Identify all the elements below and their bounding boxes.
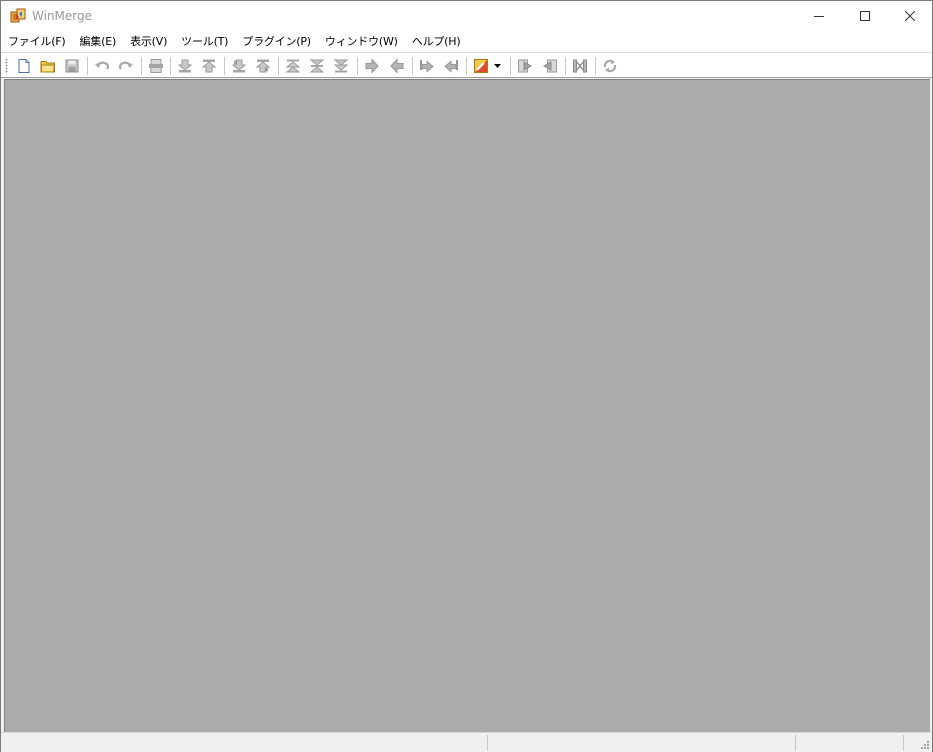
undo-icon [95, 61, 110, 70]
copy-right-advance-icon [420, 60, 434, 73]
toolbar-separator [510, 57, 511, 75]
current-diff-button[interactable] [307, 56, 327, 76]
copy-all-left-icon [542, 59, 557, 73]
refresh-button[interactable] [600, 56, 620, 76]
toolbar-separator [141, 57, 142, 75]
winmerge-logo-icon [10, 8, 26, 23]
menu-help[interactable]: ヘルプ(H) [405, 31, 468, 52]
status-pane [795, 735, 903, 751]
current-diff-icon [309, 59, 325, 73]
copy-left-button[interactable] [387, 56, 407, 76]
redo-icon [118, 61, 133, 70]
window-title: WinMerge [32, 9, 92, 23]
options-button[interactable] [471, 56, 491, 76]
status-pane [487, 735, 795, 751]
merge-mode-icon [573, 59, 587, 73]
menu-window[interactable]: ウィンドウ(W) [318, 31, 405, 52]
copy-left-advance-button[interactable] [441, 56, 461, 76]
menu-bar: ファイル(F) 編集(E) 表示(V) ツール(T) プラグイン(P) ウィンド… [1, 31, 932, 52]
next-conflict-icon [231, 59, 247, 73]
previous-difference-button[interactable] [199, 56, 219, 76]
last-difference-button[interactable] [331, 56, 351, 76]
previous-conflict-button[interactable] [253, 56, 273, 76]
options-icon [474, 59, 488, 73]
toolbar-separator [357, 57, 358, 75]
current-difference-button[interactable] [146, 56, 166, 76]
minimize-icon [814, 16, 824, 17]
toolbar-grip[interactable] [5, 58, 8, 74]
menu-view[interactable]: 表示(V) [123, 31, 174, 52]
merge-mode-button[interactable] [570, 56, 590, 76]
toolbar-separator [412, 57, 413, 75]
toolbar-separator [595, 57, 596, 75]
copy-right-advance-button[interactable] [417, 56, 437, 76]
new-document-icon [18, 59, 30, 73]
copy-right-icon [365, 58, 379, 74]
menu-file[interactable]: ファイル(F) [1, 31, 73, 52]
copy-right-button[interactable] [362, 56, 382, 76]
toolbar-separator [224, 57, 225, 75]
mdi-client-area[interactable] [4, 79, 930, 732]
menu-tools[interactable]: ツール(T) [174, 31, 235, 52]
toolbar-separator [565, 57, 566, 75]
next-difference-button[interactable] [175, 56, 195, 76]
redo-button[interactable] [116, 56, 136, 76]
resize-grip-icon[interactable] [918, 738, 930, 750]
winmerge-window: WinMerge ファイル(F) 編集(E) 表示(V) ツール(T) プラグイ… [0, 0, 933, 752]
next-conflict-button[interactable] [229, 56, 249, 76]
toolbar [1, 52, 932, 78]
dropdown-arrow-icon [494, 63, 501, 68]
last-difference-icon [333, 59, 349, 73]
current-difference-icon [149, 59, 163, 73]
previous-conflict-icon [255, 59, 271, 73]
toolbar-separator [170, 57, 171, 75]
maximize-button[interactable] [842, 1, 888, 31]
previous-difference-icon [201, 59, 217, 73]
refresh-icon [603, 59, 617, 73]
new-button[interactable] [14, 56, 34, 76]
options-dropdown-button[interactable] [491, 56, 505, 76]
close-icon [905, 11, 915, 21]
save-icon [65, 59, 79, 73]
copy-all-left-button[interactable] [540, 56, 560, 76]
status-bar [1, 732, 932, 752]
copy-left-icon [390, 58, 404, 74]
toolbar-separator [278, 57, 279, 75]
open-button[interactable] [38, 56, 58, 76]
close-button[interactable] [887, 1, 933, 31]
menu-edit[interactable]: 編集(E) [73, 31, 124, 52]
title-bar[interactable]: WinMerge [1, 1, 932, 31]
copy-all-right-icon [518, 59, 533, 73]
undo-button[interactable] [92, 56, 112, 76]
menu-plugins[interactable]: プラグイン(P) [235, 31, 318, 52]
minimize-button[interactable] [796, 1, 842, 31]
first-difference-button[interactable] [283, 56, 303, 76]
open-folder-icon [40, 61, 56, 73]
status-pane [903, 735, 917, 751]
toolbar-separator [466, 57, 467, 75]
copy-all-right-button[interactable] [515, 56, 535, 76]
copy-left-advance-icon [444, 60, 458, 73]
maximize-icon [860, 11, 870, 21]
save-button[interactable] [62, 56, 82, 76]
next-difference-icon [177, 59, 193, 73]
first-difference-icon [285, 59, 301, 73]
toolbar-separator [87, 57, 88, 75]
